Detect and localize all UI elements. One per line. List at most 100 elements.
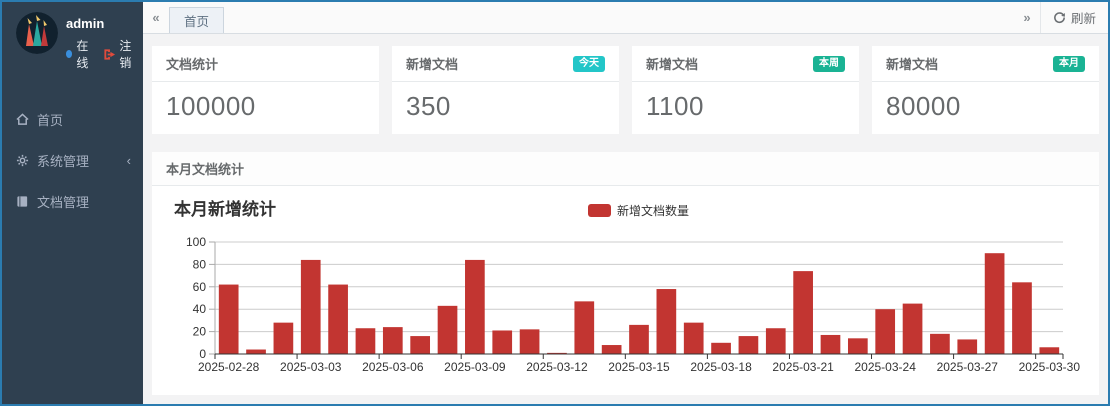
tabbar-spacer [224, 2, 1014, 33]
bar[interactable] [711, 343, 731, 354]
chart-legend[interactable]: 新增文档数量 [588, 202, 689, 219]
legend-marker-icon [588, 204, 611, 217]
card-body: 350 [392, 82, 619, 134]
bar[interactable] [684, 323, 704, 354]
bar[interactable] [602, 345, 622, 354]
bar[interactable] [1012, 282, 1032, 354]
bar[interactable] [274, 323, 294, 354]
chart-container[interactable]: 0204060801002025-02-282025-03-032025-03-… [152, 186, 1099, 395]
legend-label: 新增文档数量 [617, 202, 689, 219]
profile-info: admin 在线 注销 [58, 12, 135, 71]
svg-text:40: 40 [193, 302, 207, 316]
svg-text:2025-03-18: 2025-03-18 [690, 360, 752, 374]
bar[interactable] [246, 350, 266, 354]
svg-text:2025-03-15: 2025-03-15 [608, 360, 670, 374]
bar[interactable] [903, 304, 923, 354]
user-profile: admin 在线 注销 [2, 2, 143, 85]
logout-label: 注销 [119, 37, 135, 71]
book-icon [16, 195, 29, 208]
bar[interactable] [657, 289, 677, 354]
stat-card-new-today: 新增文档 今天 350 [392, 46, 619, 134]
svg-text:60: 60 [193, 280, 207, 294]
bar[interactable] [766, 328, 786, 354]
card-value: 100000 [166, 91, 365, 122]
online-status: 在线 [76, 37, 95, 71]
monthly-stats-panel: 本月文档统计 0204060801002025-02-282025-03-032… [152, 152, 1099, 395]
sidebar-item-home[interactable]: 首页 [2, 99, 143, 140]
bar[interactable] [930, 334, 950, 354]
sidebar: admin 在线 注销 [2, 2, 143, 404]
sidebar-item-label: 首页 [37, 110, 63, 129]
stat-card-new-week: 新增文档 本周 1100 [632, 46, 859, 134]
chevron-left-icon: ‹ [127, 153, 131, 168]
svg-text:2025-03-24: 2025-03-24 [854, 360, 916, 374]
gear-icon [16, 154, 29, 167]
bar[interactable] [957, 339, 977, 354]
card-value: 350 [406, 91, 605, 122]
svg-text:20: 20 [193, 325, 207, 339]
sidebar-item-label: 系统管理 [37, 151, 89, 170]
bar[interactable] [821, 335, 841, 354]
logout-icon [103, 48, 116, 61]
card-header: 新增文档 今天 [392, 46, 619, 82]
badge-today: 今天 [573, 56, 605, 72]
tab-label: 首页 [184, 11, 209, 30]
svg-text:2025-03-03: 2025-03-03 [280, 360, 342, 374]
bar[interactable] [383, 327, 403, 354]
card-body: 100000 [152, 82, 379, 134]
refresh-button[interactable]: 刷新 [1040, 2, 1108, 33]
bar[interactable] [219, 285, 239, 354]
svg-text:2025-03-09: 2025-03-09 [444, 360, 506, 374]
bar[interactable] [492, 330, 512, 354]
bar[interactable] [875, 309, 895, 354]
bar[interactable] [465, 260, 485, 354]
home-icon [16, 113, 29, 126]
bar[interactable] [574, 301, 594, 354]
card-title: 新增文档 [886, 54, 938, 73]
panel-header: 本月文档统计 [152, 152, 1099, 186]
bar[interactable] [985, 253, 1005, 354]
svg-text:2025-02-28: 2025-02-28 [198, 360, 260, 374]
content: 文档统计 100000 新增文档 今天 350 [143, 34, 1108, 404]
bar[interactable] [739, 336, 759, 354]
tab-home[interactable]: 首页 [169, 7, 224, 33]
sidebar-item-documents[interactable]: 文档管理 [2, 181, 143, 222]
sidebar-menu: 首页 系统管理 ‹ [2, 99, 143, 222]
card-header: 新增文档 本月 [872, 46, 1099, 82]
sidebar-item-system[interactable]: 系统管理 ‹ [2, 140, 143, 181]
bar[interactable] [356, 328, 376, 354]
bar[interactable] [1039, 347, 1059, 354]
bar[interactable] [848, 338, 868, 354]
tabs-scroll-left-icon[interactable]: « [143, 2, 169, 33]
badge-week: 本周 [813, 56, 845, 72]
logout-link[interactable]: 注销 [103, 37, 135, 71]
online-dot-icon [66, 50, 72, 58]
tabs-scroll-right-icon[interactable]: » [1014, 2, 1040, 33]
card-value: 1100 [646, 91, 845, 122]
stat-card-doc-total: 文档统计 100000 [152, 46, 379, 134]
bar[interactable] [301, 260, 321, 354]
card-header: 文档统计 [152, 46, 379, 82]
bar[interactable] [629, 325, 649, 354]
svg-text:0: 0 [199, 347, 206, 361]
bar[interactable] [410, 336, 430, 354]
sidebar-item-label: 文档管理 [37, 192, 89, 211]
bar[interactable] [793, 271, 813, 354]
card-body: 80000 [872, 82, 1099, 134]
panel-title: 本月文档统计 [166, 162, 244, 177]
main-area: « 首页 » 刷新 文档统计 [143, 2, 1108, 404]
bar[interactable] [438, 306, 458, 354]
refresh-label: 刷新 [1071, 8, 1096, 27]
card-title: 新增文档 [406, 54, 458, 73]
bar[interactable] [520, 329, 540, 354]
badge-month: 本月 [1053, 56, 1085, 72]
svg-text:100: 100 [186, 235, 206, 249]
user-avatar[interactable] [16, 12, 58, 54]
card-title: 文档统计 [166, 54, 218, 73]
bar[interactable] [328, 285, 348, 354]
card-title: 新增文档 [646, 54, 698, 73]
svg-text:2025-03-21: 2025-03-21 [772, 360, 834, 374]
username: admin [66, 16, 135, 31]
svg-text:2025-03-12: 2025-03-12 [526, 360, 588, 374]
svg-text:2025-03-30: 2025-03-30 [1019, 360, 1081, 374]
